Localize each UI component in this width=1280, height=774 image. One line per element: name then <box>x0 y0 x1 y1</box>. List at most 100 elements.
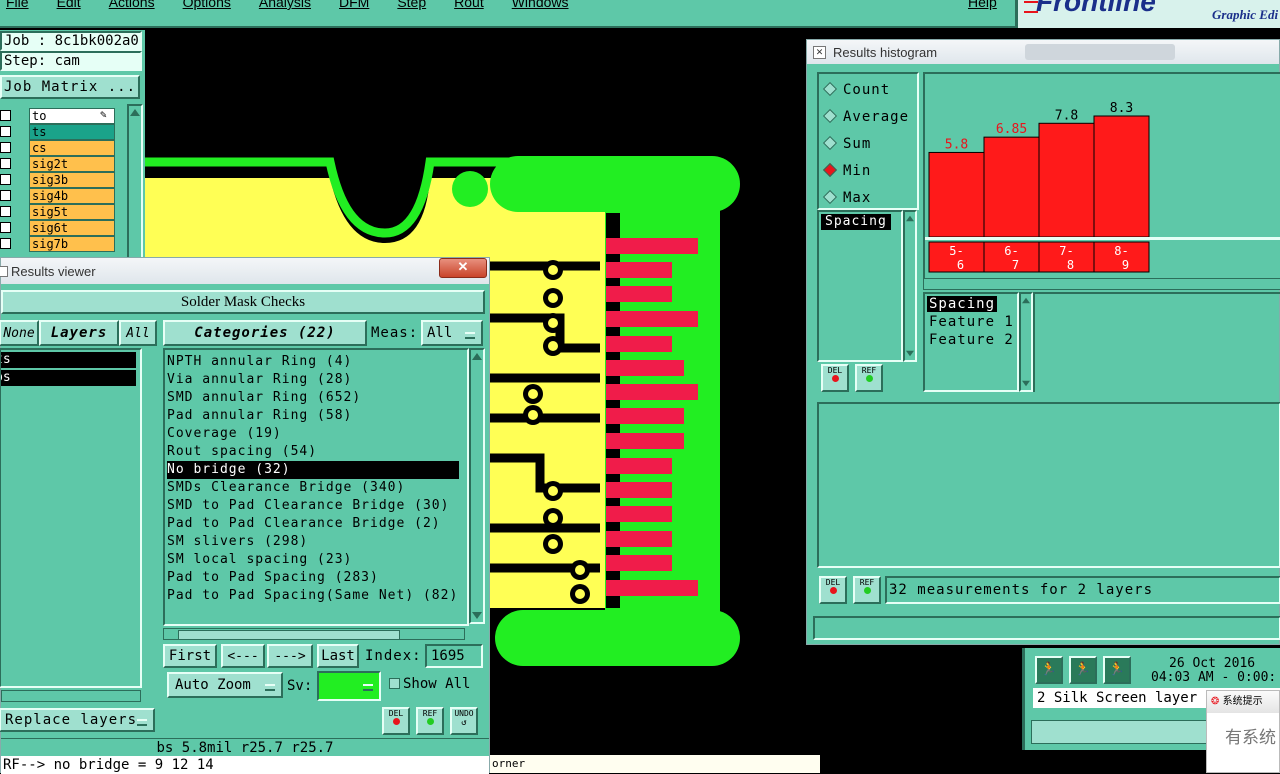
layer-row[interactable]: to ✎ <box>0 108 115 124</box>
scroll-down-arrow-icon[interactable] <box>906 350 914 357</box>
mode-option[interactable]: Min <box>822 161 871 181</box>
first-button[interactable]: First <box>163 644 217 668</box>
layer-row[interactable]: sig2t <box>0 156 115 172</box>
categories-scrollbar-v[interactable] <box>469 348 485 624</box>
hist-ref-button-top[interactable]: REF <box>855 364 883 392</box>
index-input[interactable]: 1695 <box>425 644 483 668</box>
layer-checkbox[interactable] <box>0 222 11 233</box>
layer-checkbox[interactable] <box>0 206 11 217</box>
layer-row[interactable]: ts <box>0 124 115 140</box>
category-item[interactable]: No bridge (32) <box>167 461 459 479</box>
histogram-scrollbar-h[interactable] <box>923 278 1280 290</box>
radio-diamond-icon[interactable] <box>822 108 838 124</box>
menu-help[interactable]: Help <box>968 0 997 9</box>
layer-checkbox[interactable] <box>0 142 11 153</box>
scroll-down-arrow-icon[interactable] <box>472 612 482 619</box>
feature-list-item-selected[interactable]: Spacing <box>927 296 998 312</box>
layer-row[interactable]: sig4b <box>0 188 115 204</box>
category-item[interactable]: SM slivers (298) <box>167 533 467 551</box>
layer-row[interactable]: sig3b <box>0 172 115 188</box>
scroll-thumb[interactable] <box>178 630 400 640</box>
radio-diamond-icon[interactable] <box>822 81 838 97</box>
category-item[interactable]: Pad to Pad Spacing (283) <box>167 569 467 587</box>
histogram-bar[interactable] <box>983 136 1040 238</box>
zoom-dropdown[interactable]: Auto Zoom <box>167 672 283 698</box>
category-item[interactable]: SMD annular Ring (652) <box>167 389 467 407</box>
category-item[interactable]: Pad annular Ring (58) <box>167 407 467 425</box>
job-matrix-button[interactable]: Job Matrix ... <box>0 75 140 99</box>
layer-checkbox[interactable] <box>0 238 11 249</box>
menu-file[interactable]: File <box>6 0 29 9</box>
mode-option[interactable]: Average <box>822 107 909 127</box>
category-item[interactable]: NPTH annular Ring (4) <box>167 353 467 371</box>
scroll-up-arrow-icon[interactable] <box>472 353 482 360</box>
category-item[interactable]: Coverage (19) <box>167 425 467 443</box>
all-layers-button[interactable]: All <box>119 320 157 346</box>
category-item[interactable]: SMD to Pad Clearance Bridge (30) <box>167 497 467 515</box>
layers-button[interactable]: Layers <box>39 320 119 346</box>
category-item[interactable]: SM local spacing (23) <box>167 551 467 569</box>
category-item[interactable]: Pad to Pad Spacing(Same Net) (82) <box>167 587 467 605</box>
none-button[interactable]: None <box>0 320 39 346</box>
spacing-list-item[interactable]: Spacing <box>821 214 891 230</box>
hist-del-button[interactable]: DEL <box>819 576 847 604</box>
layer-checkbox[interactable] <box>0 190 11 201</box>
run-icon-1[interactable]: 🏃 <box>1035 656 1063 684</box>
category-item[interactable]: Rout spacing (54) <box>167 443 467 461</box>
menu-windows[interactable]: Windows <box>512 0 569 9</box>
menu-options[interactable]: Options <box>183 0 231 9</box>
close-button[interactable]: ✕ <box>439 258 487 278</box>
system-notice-popup[interactable]: ❂ 系统提示 有系统 <box>1206 690 1280 773</box>
category-item[interactable]: Via annular Ring (28) <box>167 371 467 389</box>
results-layer-scrollbar-h[interactable] <box>1 690 141 702</box>
layer-checkbox[interactable] <box>0 126 11 137</box>
menu-edit[interactable]: Edit <box>57 0 81 9</box>
categories-scrollbar-h[interactable] <box>163 628 465 640</box>
del-button[interactable]: DEL <box>382 707 410 735</box>
ref-button[interactable]: REF <box>416 707 444 735</box>
feature-list-item[interactable]: Feature 2 <box>929 332 1014 348</box>
spacing-list-scrollbar[interactable] <box>903 210 917 362</box>
run-icon-2[interactable]: 🏃 <box>1069 656 1097 684</box>
feature-list-item[interactable]: Feature 1 <box>929 314 1014 330</box>
radio-diamond-icon[interactable] <box>822 162 838 178</box>
sv-color-dropdown[interactable] <box>317 671 381 701</box>
results-viewer-titlebar[interactable]: Results viewer ✕ <box>0 258 489 284</box>
meas-dropdown[interactable]: All <box>421 320 483 346</box>
scroll-up-arrow-icon[interactable] <box>906 215 914 222</box>
layer-checkbox[interactable] <box>0 110 11 121</box>
scroll-up-arrow-icon[interactable] <box>1022 297 1030 304</box>
radio-diamond-icon[interactable] <box>822 189 838 205</box>
histogram-bar[interactable] <box>1093 115 1150 238</box>
layer-list-scrollbar[interactable] <box>127 104 143 262</box>
layer-checkbox[interactable] <box>0 158 11 169</box>
layer-row[interactable]: sig7b <box>0 236 115 252</box>
feature-list-scrollbar[interactable] <box>1019 292 1033 392</box>
menu-actions[interactable]: Actions <box>109 0 155 9</box>
category-item[interactable]: Pad to Pad Clearance Bridge (2) <box>167 515 467 533</box>
next-button[interactable]: ---> <box>267 644 313 668</box>
categories-button[interactable]: Categories (22) <box>163 320 367 346</box>
menu-rout[interactable]: Rout <box>454 0 484 9</box>
layer-row[interactable]: sig5t <box>0 204 115 220</box>
layer-row[interactable]: sig6t <box>0 220 115 236</box>
mode-option[interactable]: Sum <box>822 134 871 154</box>
hist-del-button-top[interactable]: DEL <box>821 364 849 392</box>
layer-row[interactable]: cs <box>0 140 115 156</box>
mode-option[interactable]: Max <box>822 188 871 208</box>
menu-analysis[interactable]: Analysis <box>259 0 311 9</box>
results-layer-item[interactable]: ts <box>1 352 136 368</box>
show-all-checkbox[interactable] <box>389 678 400 689</box>
layer-checkbox[interactable] <box>0 174 11 185</box>
run-icon-3[interactable]: 🏃 <box>1103 656 1131 684</box>
menu-step[interactable]: Step <box>397 0 426 9</box>
replace-layers-dropdown[interactable]: Replace layers <box>0 708 155 732</box>
undo-button[interactable]: UNDO ↺ <box>450 707 478 735</box>
scroll-down-arrow-icon[interactable] <box>1022 380 1030 387</box>
histogram-bar[interactable] <box>928 151 985 238</box>
histogram-titlebar[interactable]: ✕ Results histogram <box>807 40 1279 64</box>
category-item[interactable]: SMDs Clearance Bridge (340) <box>167 479 467 497</box>
prev-button[interactable]: <--- <box>221 644 265 668</box>
mode-option[interactable]: Count <box>822 80 890 100</box>
radio-diamond-icon[interactable] <box>822 135 838 151</box>
